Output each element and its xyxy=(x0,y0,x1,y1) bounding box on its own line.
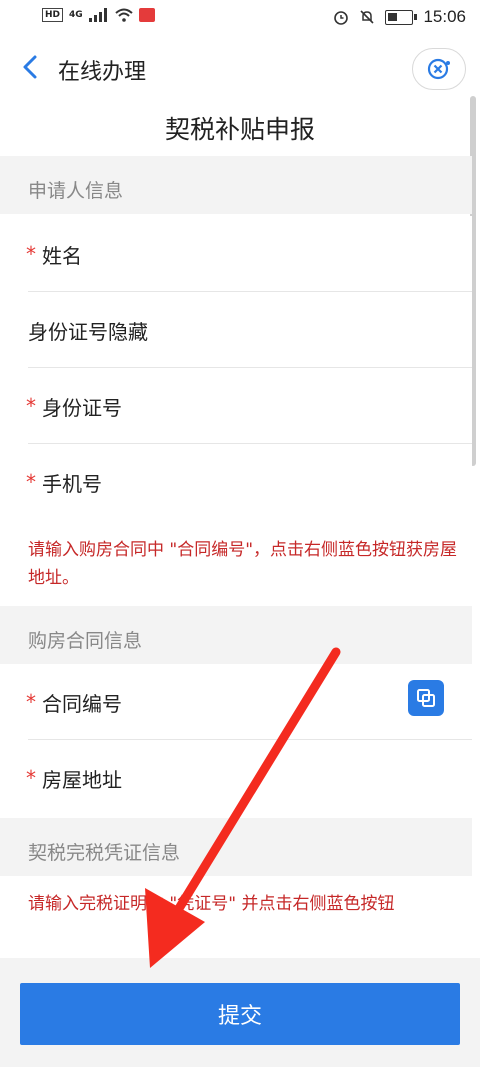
field-name[interactable]: * 姓名 xyxy=(0,216,472,292)
header-title: 在线办理 xyxy=(58,60,147,85)
section-contract: 购房合同信息 xyxy=(0,606,472,664)
app-header: 在线办理 xyxy=(0,36,480,100)
field-phone[interactable]: * 手机号 xyxy=(0,444,472,520)
field-phone-label: 手机号 xyxy=(42,472,102,496)
submit-button[interactable]: 提交 xyxy=(20,983,460,1045)
section-certificate: 契税完税凭证信息 xyxy=(0,818,472,876)
notice-contract-text: 请输入购房合同中 "合同编号"，点击右侧蓝色按钮获房屋地址。 xyxy=(28,540,458,588)
fetch-address-button[interactable] xyxy=(408,680,444,716)
field-name-label: 姓名 xyxy=(42,244,82,268)
required-mark: * xyxy=(26,470,36,494)
section-certificate-label: 契税完税凭证信息 xyxy=(28,842,181,864)
hd-icon: HD xyxy=(42,8,64,22)
mute-icon xyxy=(360,10,375,24)
section-contract-label: 购房合同信息 xyxy=(28,630,143,652)
field-id-hidden[interactable]: 身份证号隐藏 xyxy=(0,292,472,368)
wifi-icon xyxy=(115,8,133,22)
notice-contract: 请输入购房合同中 "合同编号"，点击右侧蓝色按钮获房屋地址。 xyxy=(0,522,472,606)
field-address-label: 房屋地址 xyxy=(42,768,122,792)
required-mark: * xyxy=(26,690,36,714)
clock: 15:06 xyxy=(423,7,466,26)
field-contract-no-label: 合同编号 xyxy=(42,692,122,716)
battery-icon xyxy=(385,9,418,25)
alarm-icon xyxy=(334,11,349,25)
section-applicant-label: 申请人信息 xyxy=(28,180,124,202)
back-icon[interactable] xyxy=(20,52,42,82)
required-mark: * xyxy=(26,394,36,418)
close-target-icon xyxy=(427,58,450,80)
status-bar: HD 4G 15:06 xyxy=(0,0,480,36)
close-miniapp-button[interactable] xyxy=(412,48,466,90)
required-mark: * xyxy=(26,766,36,790)
copy-icon xyxy=(417,689,435,707)
field-address[interactable]: * 房屋地址 xyxy=(0,740,472,816)
notice-certificate-text: 请输入完税证明中 "凭证号" 并点击右侧蓝色按钮 xyxy=(28,894,395,914)
notice-certificate: 请输入完税证明中 "凭证号" 并点击右侧蓝色按钮 xyxy=(0,876,472,958)
field-id-hidden-label: 身份证号隐藏 xyxy=(28,320,148,344)
form-title: 契税补贴申报 xyxy=(164,115,315,144)
required-mark: * xyxy=(26,242,36,266)
signal-icon xyxy=(88,8,109,22)
field-contract-no[interactable]: * 合同编号 xyxy=(0,664,472,740)
network-gen-label: 4G xyxy=(69,10,83,20)
field-id-number-label: 身份证号 xyxy=(42,396,122,420)
field-id-number[interactable]: * 身份证号 xyxy=(0,368,472,444)
section-applicant: 申请人信息 xyxy=(0,156,472,214)
app-notification-icon xyxy=(138,8,155,22)
